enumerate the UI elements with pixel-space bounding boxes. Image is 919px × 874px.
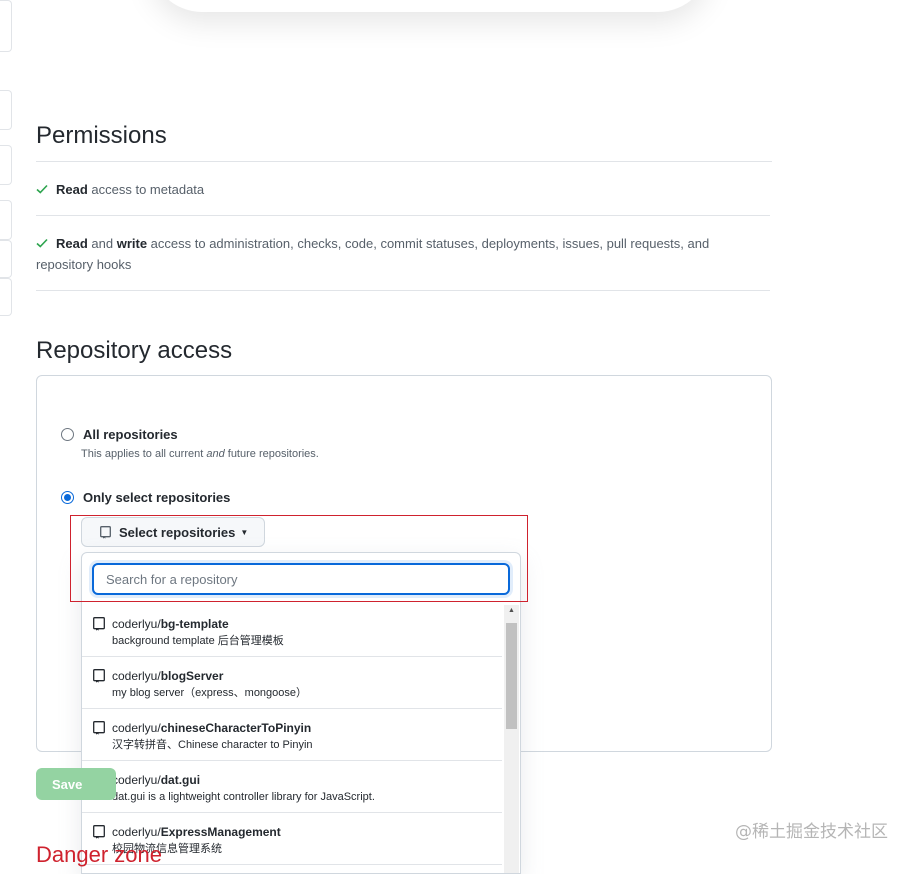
permission-row-metadata: Read access to metadata [36,179,756,200]
repo-icon [93,721,105,735]
permission-level: Read [56,182,88,197]
repository-list-scrollbar[interactable]: ▲ [504,605,519,873]
check-icon [36,238,48,248]
scroll-up-arrow-icon[interactable]: ▲ [508,607,515,614]
permission-level-write: write [116,236,148,251]
check-icon [36,184,48,194]
permission-row-divider [36,215,770,216]
left-edge-panels [0,0,12,330]
list-item[interactable]: coderlyu/blogServer my blog server（expre… [82,657,502,709]
top-card-shadow [150,0,710,12]
save-button[interactable]: Save [36,768,116,800]
permissions-bottom-divider [36,290,770,291]
repo-icon [93,669,105,683]
only-select-radio[interactable] [61,491,74,504]
permissions-divider [36,161,772,162]
all-repositories-label[interactable]: All repositories [83,427,178,442]
repo-icon [93,825,105,839]
danger-zone-title: Danger zone [36,842,162,867]
list-item[interactable]: coderlyu/chineseCharacterToPinyin 汉字转拼音、… [82,709,502,761]
scrollbar-thumb[interactable] [506,623,517,729]
all-repositories-note: This applies to all current and future r… [81,448,319,460]
highlight-annotation-box [70,515,528,602]
permission-level: Read [56,236,88,251]
watermark: @稀土掘金技术社区 [735,822,888,842]
list-item[interactable]: coderlyu/dat.gui dat.gui is a lightweigh… [82,761,502,813]
repository-access-title: Repository access [36,337,233,364]
permission-row-write: Read and write access to administration,… [36,233,756,275]
repo-icon [93,617,105,631]
list-item[interactable]: coderlyu/bg-template background template… [82,605,502,657]
only-select-label[interactable]: Only select repositories [83,490,230,505]
permissions-title: Permissions [36,122,167,149]
repository-list: coderlyu/bg-template background template… [82,605,502,865]
permission-text: and [87,236,117,251]
permission-text: access to metadata [87,182,205,197]
all-repositories-radio[interactable] [61,428,74,441]
